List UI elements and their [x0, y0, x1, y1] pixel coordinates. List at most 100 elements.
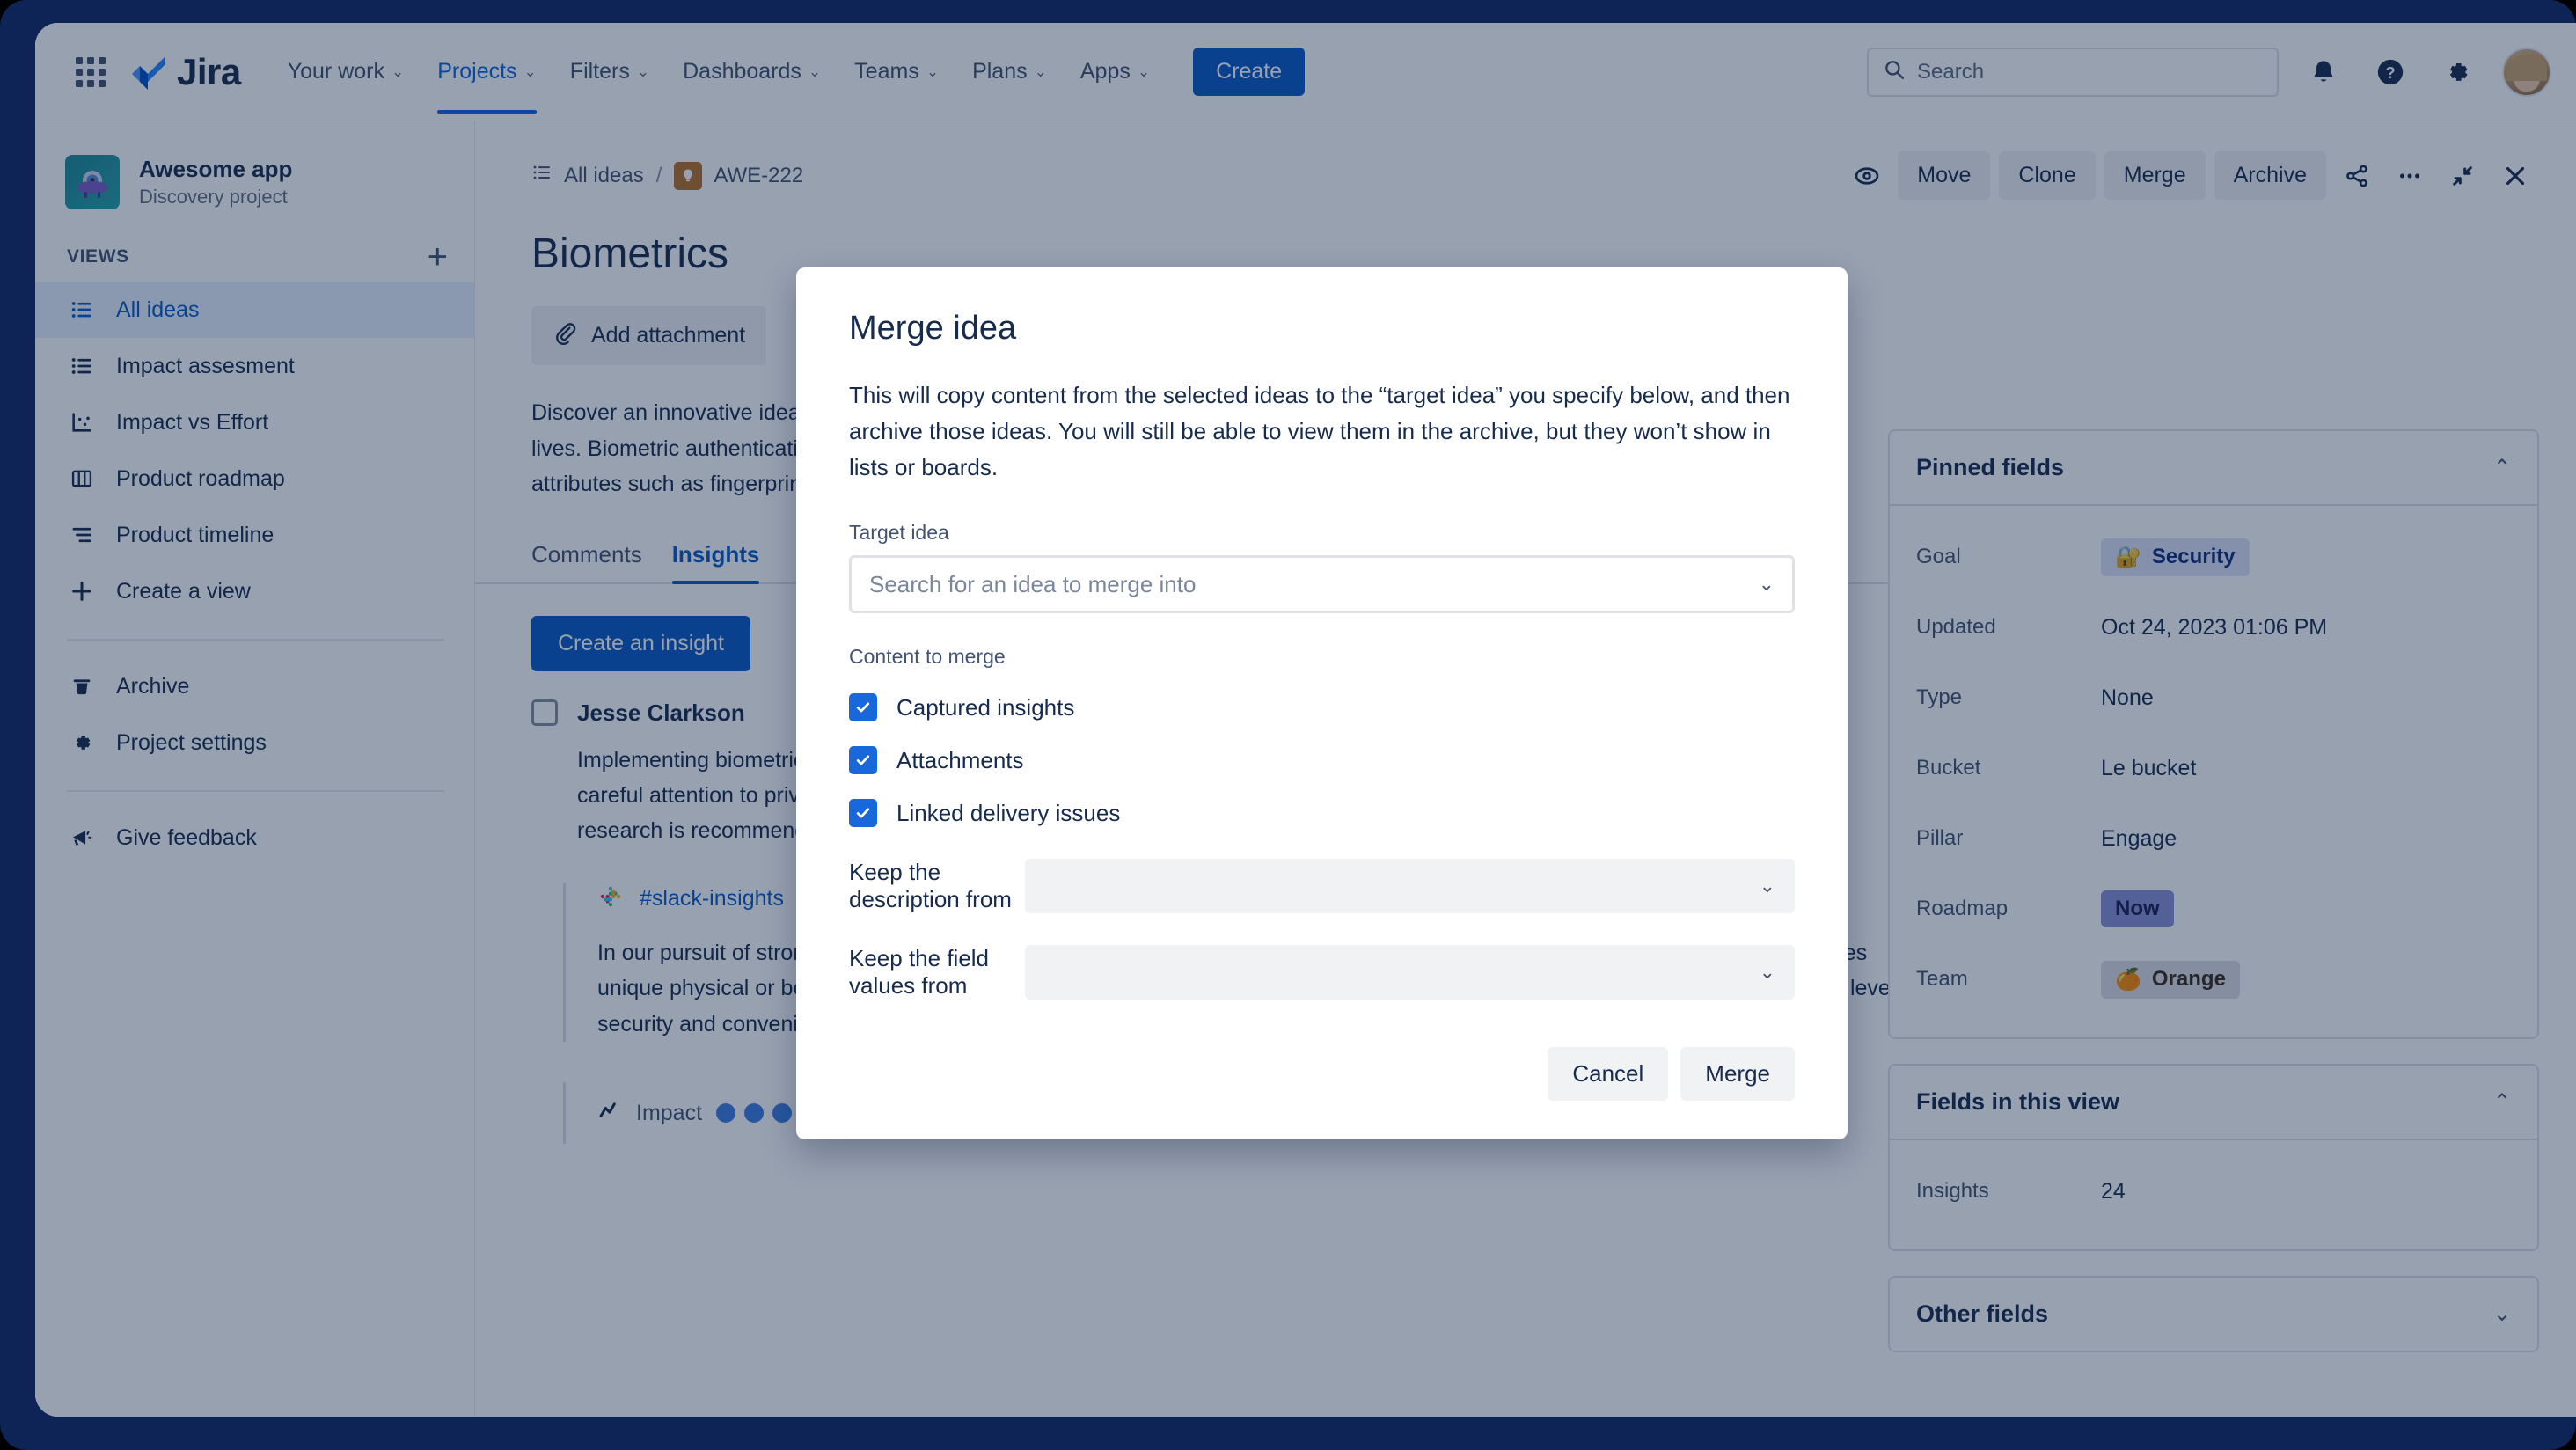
help-button[interactable]: ? [2368, 50, 2412, 94]
move-button[interactable]: Move [1898, 151, 1991, 200]
nav-item-plans[interactable]: Plans ⌄ [957, 49, 1062, 94]
list-icon [531, 162, 553, 189]
field-row-insights[interactable]: Insights 24 [1916, 1156, 2511, 1227]
nav-item-projects[interactable]: Projects ⌄ [422, 49, 552, 114]
pinned-fields-header[interactable]: Pinned fields ⌃ [1890, 431, 2537, 504]
field-name: Updated [1916, 615, 1996, 639]
field-row-goal[interactable]: Goal 🔐 Security [1916, 522, 2511, 592]
nav-item-apps[interactable]: Apps ⌄ [1065, 49, 1165, 94]
list-icon [67, 297, 97, 322]
project-sidebar: Awesome app Discovery project VIEWS + Al… [35, 121, 475, 1417]
field-name: Goal [1916, 545, 1961, 568]
sidebar-item-project-settings[interactable]: Project settings [35, 714, 474, 771]
fields-in-view-body: Insights 24 [1890, 1139, 2537, 1249]
field-value: Orange [2151, 967, 2226, 991]
sidebar-item-all-ideas[interactable]: All ideas [35, 282, 474, 338]
field-row-type[interactable]: Type None [1916, 663, 2511, 733]
other-fields-title: Other fields [1916, 1300, 2049, 1327]
chevron-up-icon[interactable]: ⌃ [2493, 1089, 2511, 1115]
field-name: Roadmap [1916, 897, 2009, 920]
nav-item-filters[interactable]: Filters ⌄ [555, 49, 664, 94]
project-header[interactable]: Awesome app Discovery project [35, 121, 474, 232]
settings-button[interactable] [2435, 50, 2479, 94]
tab-insights[interactable]: Insights [671, 541, 759, 584]
breadcrumb-idea-key[interactable]: AWE-222 [674, 161, 804, 190]
search-placeholder: Search [1917, 59, 1985, 84]
nav-item-your-work[interactable]: Your work ⌄ [273, 49, 420, 94]
fields-in-view-header[interactable]: Fields in this view ⌃ [1890, 1066, 2537, 1139]
idea-bulb-icon [674, 161, 703, 190]
collapse-icon[interactable] [2441, 154, 2485, 198]
idea-fields-panel: Pinned fields ⌃ Goal 🔐 Security Updated … [1888, 429, 2539, 1377]
sidebar-item-label: Product timeline [116, 522, 274, 547]
tab-comments[interactable]: Comments [531, 541, 642, 582]
chevron-up-icon[interactable]: ⌃ [2493, 455, 2511, 480]
checkbox-attachments[interactable]: Attachments [849, 746, 1795, 775]
slack-channel-link[interactable]: #slack-insights [640, 886, 784, 912]
app-switcher-button[interactable] [65, 47, 116, 98]
insight-select-checkbox[interactable] [531, 699, 558, 726]
notifications-button[interactable] [2302, 50, 2345, 94]
checkbox-label: Linked delivery issues [896, 799, 1121, 826]
user-avatar[interactable] [2502, 47, 2551, 97]
breadcrumb-all-ideas[interactable]: All ideas [531, 162, 644, 189]
nav-item-dashboards[interactable]: Dashboards ⌄ [668, 49, 836, 94]
views-section-header: VIEWS + [35, 232, 474, 282]
field-value: None [2101, 685, 2154, 710]
sidebar-divider [67, 639, 444, 641]
page-title: Biometrics [531, 231, 729, 277]
other-fields-header[interactable]: Other fields ⌄ [1890, 1278, 2537, 1351]
fields-in-this-view-card: Fields in this view ⌃ Insights 24 [1888, 1064, 2539, 1251]
breadcrumb-separator: / [655, 163, 662, 187]
nav-item-teams[interactable]: Teams ⌄ [839, 49, 954, 94]
sidebar-item-label: All ideas [116, 297, 200, 322]
chevron-down-icon: ⌄ [391, 63, 405, 80]
trash-icon [67, 674, 97, 699]
checkbox-linked-delivery-issues[interactable]: Linked delivery issues [849, 799, 1795, 828]
dialog-title: Merge idea [849, 310, 1017, 347]
add-view-button[interactable]: + [428, 239, 448, 275]
sidebar-item-label: Archive [116, 673, 190, 699]
field-name: Insights [1916, 1179, 1989, 1203]
archive-button[interactable]: Archive [2214, 151, 2326, 200]
add-attachment-button[interactable]: Add attachment [531, 306, 767, 365]
checkbox-checked-icon [849, 693, 877, 722]
jira-logo[interactable]: Jira [128, 51, 241, 93]
watch-eye-icon[interactable] [1845, 154, 1889, 198]
sidebar-item-product-timeline[interactable]: Product timeline [35, 507, 474, 563]
more-horizontal-icon[interactable] [2388, 154, 2432, 198]
close-icon[interactable] [2493, 154, 2537, 198]
confirm-merge-button[interactable]: Merge [1680, 1047, 1795, 1102]
field-row-updated[interactable]: Updated Oct 24, 2023 01:06 PM [1916, 592, 2511, 663]
chevron-down-icon: ⌄ [1034, 63, 1047, 80]
cancel-button[interactable]: Cancel [1548, 1047, 1669, 1102]
target-idea-select[interactable]: Search for an idea to merge into ⌄ [849, 555, 1795, 614]
field-row-pillar[interactable]: Pillar Engage [1916, 803, 2511, 874]
keep-description-select[interactable]: ⌄ [1025, 859, 1795, 914]
chevron-down-icon: ⌄ [523, 63, 537, 80]
field-row-roadmap[interactable]: Roadmap Now [1916, 874, 2511, 944]
impact-field[interactable]: Impact [597, 1099, 830, 1128]
sidebar-item-create-a-view[interactable]: Create a view [35, 563, 474, 619]
sidebar-item-label: Give feedback [116, 824, 257, 850]
idea-key-label: AWE-222 [714, 163, 804, 187]
sidebar-item-give-feedback[interactable]: Give feedback [35, 809, 474, 866]
field-row-team[interactable]: Team 🍊 Orange [1916, 944, 2511, 1014]
keep-field-values-select[interactable]: ⌄ [1025, 945, 1795, 1000]
sidebar-item-archive[interactable]: Archive [35, 658, 474, 714]
sidebar-item-product-roadmap[interactable]: Product roadmap [35, 450, 474, 507]
merge-button[interactable]: Merge [2104, 151, 2206, 200]
impact-dot-filled [716, 1103, 736, 1123]
sidebar-item-impact-vs-effort[interactable]: Impact vs Effort [35, 394, 474, 450]
field-row-bucket[interactable]: Bucket Le bucket [1916, 733, 2511, 803]
trend-icon [597, 1099, 622, 1128]
impact-dot-filled [744, 1103, 765, 1123]
share-icon[interactable] [2335, 154, 2379, 198]
chevron-down-icon[interactable]: ⌄ [2493, 1301, 2511, 1327]
checkbox-captured-insights[interactable]: Captured insights [849, 693, 1795, 722]
global-search-input[interactable]: Search [1867, 47, 2279, 97]
create-button[interactable]: Create [1193, 48, 1306, 96]
clone-button[interactable]: Clone [1999, 151, 2096, 200]
sidebar-item-impact-assesment[interactable]: Impact assesment [35, 338, 474, 394]
create-insight-button[interactable]: Create an insight [531, 615, 751, 671]
